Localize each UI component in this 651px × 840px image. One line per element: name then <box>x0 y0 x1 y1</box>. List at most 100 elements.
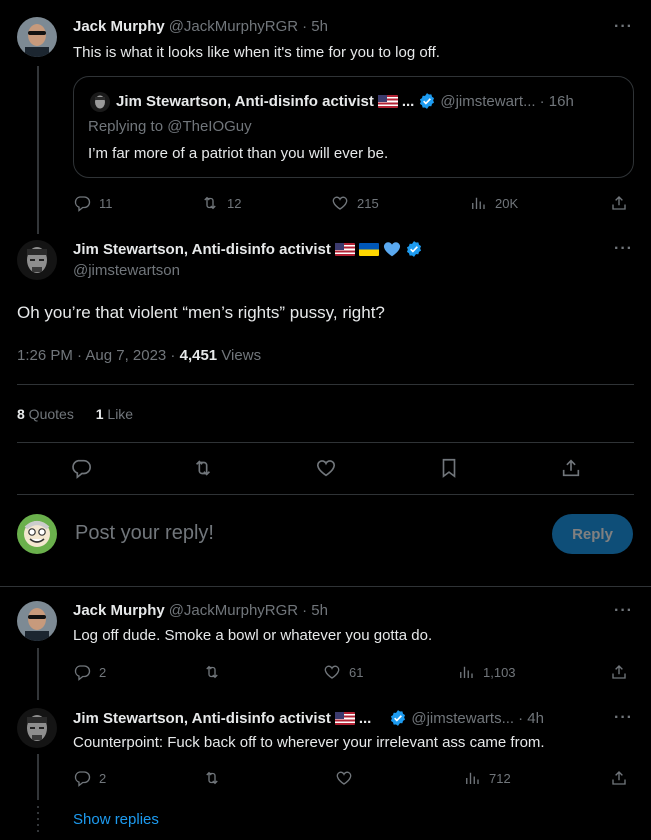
views-label: Views <box>217 347 262 364</box>
author-handle[interactable]: @jimstewartson <box>73 262 180 279</box>
like-button[interactable]: 61 <box>323 663 363 681</box>
retweet-icon <box>203 663 221 681</box>
views-count: 1,103 <box>483 664 516 680</box>
share-icon <box>610 663 628 681</box>
bookmark-icon[interactable] <box>438 457 460 479</box>
reply-input[interactable]: Post your reply! <box>75 522 214 545</box>
avatar-jim-image <box>17 240 57 280</box>
share-button[interactable] <box>610 194 628 212</box>
quote-author-handle: @jimstewart... <box>440 92 536 110</box>
retweet-button[interactable] <box>203 769 221 787</box>
more-options-icon[interactable]: ··· <box>614 709 633 727</box>
avatar-jim-stewartson[interactable] <box>17 240 57 280</box>
replying-to: Replying to @TheIOGuy <box>88 118 252 135</box>
like-count: 215 <box>357 195 379 211</box>
retweet-button[interactable]: 12 <box>201 194 241 212</box>
reply-count: 2 <box>99 770 107 786</box>
reply-icon[interactable] <box>70 457 92 479</box>
share-icon[interactable] <box>560 457 582 479</box>
retweet-button[interactable] <box>203 663 221 681</box>
retweet-icon <box>201 194 219 212</box>
tweet-actions: 2 61 1,103 <box>73 662 634 682</box>
post-time[interactable]: · 4h <box>518 710 544 727</box>
likes-link[interactable]: 1 Like <box>96 406 133 422</box>
quote-post-time: · 16h <box>539 92 574 110</box>
us-flag-icon <box>377 94 398 108</box>
avatar-jack-image <box>17 17 57 57</box>
reply-button[interactable]: 11 <box>73 194 113 212</box>
quote-avatar <box>90 92 110 112</box>
author-handle[interactable]: @JackMurphyRGR <box>169 18 298 35</box>
quotes-link[interactable]: 8 Quotes <box>17 406 74 422</box>
show-replies-link[interactable]: Show replies <box>73 811 159 828</box>
thread-line <box>37 66 39 234</box>
likes-label: Like <box>103 406 134 422</box>
avatar-jack-murphy[interactable] <box>17 601 57 641</box>
share-button[interactable] <box>610 769 628 787</box>
reply-text: Log off dude. Smoke a bowl or whatever y… <box>73 627 433 644</box>
reply-text: Counterpoint: Fuck back off to wherever … <box>73 734 545 751</box>
us-flag-icon <box>334 711 355 725</box>
divider <box>0 586 651 587</box>
author-handle[interactable]: @jimstewarts... <box>411 710 514 727</box>
share-button[interactable] <box>610 663 628 681</box>
name-ellipsis: ... <box>358 709 372 727</box>
views-count: 712 <box>489 770 511 786</box>
reply-button[interactable]: Reply <box>552 514 633 554</box>
views-button[interactable]: 712 <box>463 769 511 787</box>
main-tweet-text: Oh you’re that violent “men’s rights” pu… <box>17 303 385 322</box>
avatar-jim-stewartson[interactable] <box>17 708 57 748</box>
heart-icon <box>331 194 349 212</box>
reply-count: 11 <box>99 195 113 211</box>
quote-author-name: Jim Stewartson, Anti-disinfo activist <box>116 92 374 110</box>
heart-icon <box>323 663 341 681</box>
reply-button[interactable]: 2 <box>73 663 106 681</box>
avatar-jack-image <box>17 601 57 641</box>
quotes-count: 8 <box>17 406 25 422</box>
avatar-jim-image <box>17 708 57 748</box>
author-name[interactable]: Jim Stewartson, Anti-disinfo activist <box>73 710 331 727</box>
quoted-tweet[interactable]: Jim Stewartson, Anti-disinfo activist ..… <box>73 76 634 178</box>
tweet-text: This is what it looks like when it's tim… <box>73 44 440 61</box>
views-count: 4,451 <box>179 347 218 364</box>
more-options-icon[interactable]: ··· <box>614 240 633 258</box>
heart-icon <box>335 769 353 787</box>
heart-icon[interactable] <box>315 457 337 479</box>
avatar-cartoon-image <box>17 514 57 554</box>
more-options-icon[interactable]: ··· <box>614 18 633 36</box>
reply-count: 2 <box>99 664 107 680</box>
post-timestamp[interactable]: 1:26 PM · Aug 7, 2023 · <box>17 347 180 364</box>
thread-line <box>37 754 39 800</box>
blue-heart-icon <box>383 242 400 257</box>
us-flag-icon <box>334 242 355 256</box>
main-actions <box>0 457 651 481</box>
quote-name-ellipsis: ... <box>401 92 415 110</box>
reply-button[interactable]: 2 <box>73 769 106 787</box>
views-icon <box>463 769 481 787</box>
views-icon <box>469 194 487 212</box>
thread-dots <box>37 806 39 834</box>
like-count: 61 <box>349 664 364 680</box>
post-time[interactable]: · 5h <box>302 602 328 619</box>
share-icon <box>610 769 628 787</box>
verified-badge-icon <box>389 709 407 727</box>
like-button[interactable] <box>335 769 353 787</box>
author-handle[interactable]: @JackMurphyRGR <box>169 602 298 619</box>
current-user-avatar[interactable] <box>17 514 57 554</box>
tweet-actions: 2 712 <box>73 768 634 788</box>
like-button[interactable]: 215 <box>331 194 379 212</box>
divider <box>17 494 634 495</box>
retweet-icon <box>203 769 221 787</box>
quotes-label: Quotes <box>24 406 74 422</box>
retweet-icon[interactable] <box>192 457 214 479</box>
tweet-actions: 11 12 215 20K <box>73 193 634 213</box>
more-options-icon[interactable]: ··· <box>614 602 633 620</box>
divider <box>17 442 634 443</box>
views-button[interactable]: 20K <box>469 194 518 212</box>
avatar-jack-murphy[interactable] <box>17 17 57 57</box>
author-name[interactable]: Jack Murphy <box>73 18 165 35</box>
author-name[interactable]: Jim Stewartson, Anti-disinfo activist <box>73 241 331 258</box>
author-name[interactable]: Jack Murphy <box>73 602 165 619</box>
views-button[interactable]: 1,103 <box>457 663 516 681</box>
post-time[interactable]: · 5h <box>302 18 328 35</box>
